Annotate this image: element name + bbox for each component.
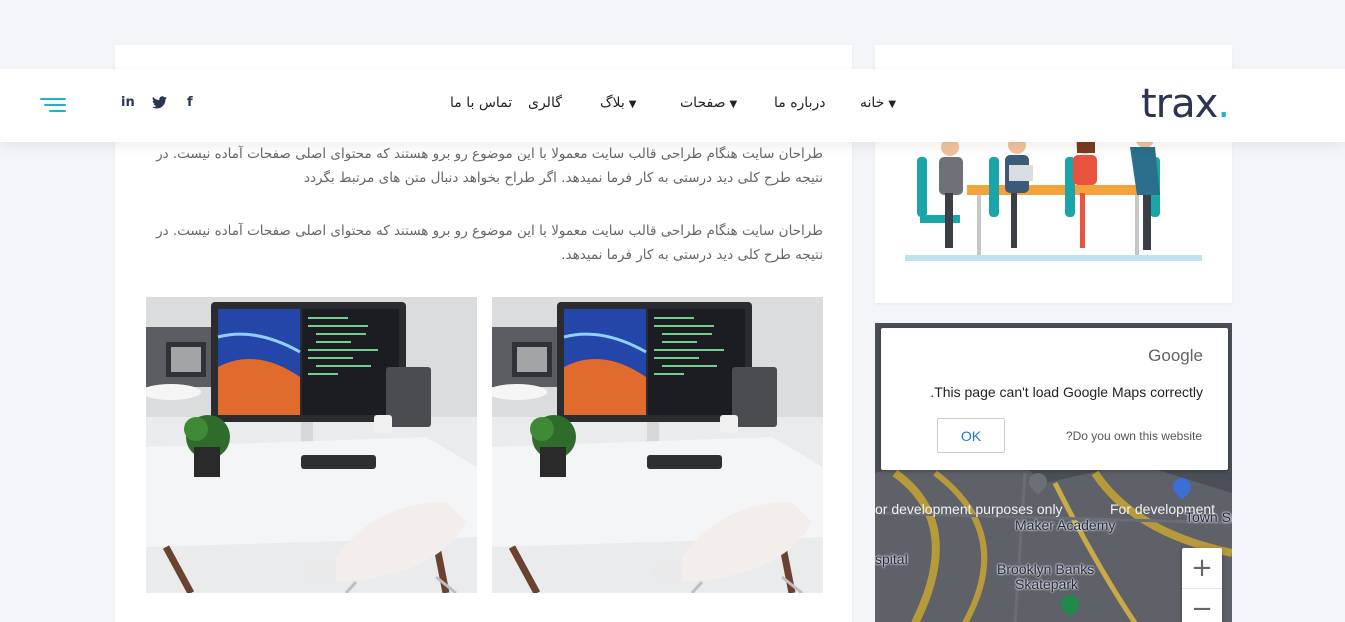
google-map[interactable]: or development purposes only For develop… [875, 323, 1232, 622]
nav-item-label: تماس با ما [450, 95, 513, 111]
hamburger-line [49, 110, 66, 112]
nav-item-pages[interactable]: ▼صفحات [680, 95, 737, 111]
desk-photo-right-graphic [492, 297, 823, 593]
map-place-label: Town Supe [1185, 509, 1232, 525]
content-paragraph-1: طراحان سایت هنگام طراحی قالب سایت معمولا… [156, 146, 823, 186]
site-header: trax. ▼خانه درباره ما ▼صفحات ▼بلاگ گالری… [0, 69, 1345, 142]
nav-item-gallery[interactable]: گالری [528, 95, 562, 111]
nav-item-label: صفحات [680, 95, 726, 111]
twitter-icon[interactable] [152, 96, 167, 113]
hamburger-line [44, 104, 66, 106]
desk-workspace-photo[interactable] [492, 297, 823, 593]
desk-workspace-photo[interactable] [146, 297, 477, 593]
zoom-out-button[interactable]: − [1182, 588, 1222, 622]
hamburger-menu-icon[interactable] [40, 98, 66, 114]
desk-photo-left-graphic [146, 297, 477, 593]
nav-item-blog[interactable]: ▼بلاگ [600, 95, 636, 111]
google-logo: Google [1148, 346, 1203, 365]
nav-item-contact[interactable]: تماس با ما [450, 95, 512, 111]
map-zoom-control: + − [1182, 548, 1222, 622]
own-website-link[interactable]: Do you own this website? [1066, 429, 1202, 443]
facebook-icon[interactable]: f [187, 95, 193, 110]
map-watermark-left: or development purposes only [875, 501, 1063, 517]
nav-item-about[interactable]: درباره ما [774, 95, 825, 111]
nav-item-label: بلاگ [600, 95, 625, 111]
linkedin-icon[interactable]: in [121, 95, 135, 110]
content-paragraph-2: طراحان سایت هنگام طراحی قالب سایت معمولا… [156, 223, 823, 263]
chevron-down-icon: ▼ [729, 99, 738, 110]
nav-item-label: درباره ما [774, 95, 826, 111]
map-place-label: Skatepark [1015, 576, 1079, 592]
zoom-in-button[interactable]: + [1182, 548, 1222, 588]
map-ok-button[interactable]: OK [937, 418, 1005, 453]
hamburger-line [40, 98, 66, 100]
map-error-message: This page can't load Google Maps correct… [930, 384, 1203, 400]
chevron-down-icon: ▼ [628, 99, 637, 110]
nav-item-label: گالری [528, 95, 562, 111]
map-place-label: Maker Academy [1015, 517, 1116, 533]
nav-item-home[interactable]: ▼خانه [860, 95, 896, 111]
nav-item-label: خانه [860, 95, 885, 111]
business-meeting-illustration [905, 129, 1202, 261]
twitter-bird-graphic [152, 96, 167, 109]
map-place-label: Brooklyn Banks [997, 561, 1095, 577]
map-place-label: spital [875, 551, 908, 567]
chevron-down-icon: ▼ [888, 99, 897, 110]
map-error-dialog: Google This page can't load Google Maps … [881, 328, 1228, 470]
main-navigation: ▼خانه درباره ما ▼صفحات ▼بلاگ گالری تماس … [0, 95, 1345, 115]
